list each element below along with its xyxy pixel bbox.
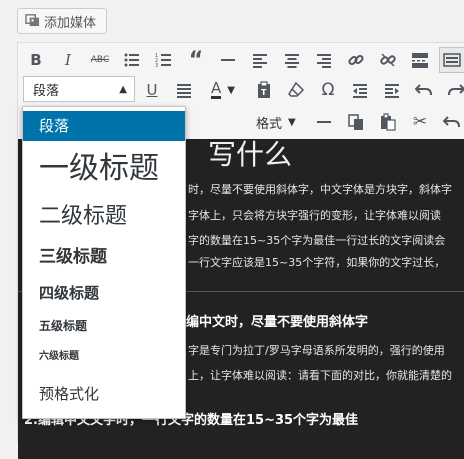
- copy-icon[interactable]: [343, 109, 369, 135]
- caret-down-icon: ▼: [227, 84, 235, 96]
- paste-icon[interactable]: [375, 109, 401, 135]
- format-option-heading-4[interactable]: 四级标题: [23, 277, 185, 309]
- numbered-list-button[interactable]: 123: [151, 47, 177, 73]
- clear-formatting-icon[interactable]: [283, 77, 309, 103]
- justify-button[interactable]: [171, 77, 197, 103]
- italic-button[interactable]: I: [55, 47, 81, 73]
- horizontal-line-button[interactable]: [215, 47, 241, 73]
- paste-text-icon[interactable]: T: [251, 77, 277, 103]
- content-title: 写什么: [208, 139, 293, 171]
- content-line: 字的数量在15~35个字为最佳一行过长的文字阅读会: [188, 234, 446, 247]
- content-line: 字是专门为拉丁/罗马字母语系所发明的，强行的使用: [188, 344, 445, 357]
- block-format-value: 段落: [33, 83, 60, 99]
- content-line: 时，尽量不要使用斜体字，中文字体是方块字，斜体字: [188, 183, 452, 196]
- format-menu-label: 格式: [256, 116, 283, 132]
- unlink-icon[interactable]: [375, 47, 401, 73]
- indent-icon[interactable]: [379, 77, 405, 103]
- align-center-button[interactable]: [279, 47, 305, 73]
- align-left-button[interactable]: [247, 47, 273, 73]
- caret-up-icon: ▲: [119, 83, 127, 95]
- content-line: 一行文字应该是15~35个字符，如果你的文字过长，: [188, 256, 446, 269]
- format-dropdown: 段落 一级标题 二级标题 三级标题 四级标题 五级标题 六级标题 预格式化: [22, 106, 186, 419]
- format-option-preformatted[interactable]: 预格式化: [23, 377, 185, 411]
- format-option-paragraph[interactable]: 段落: [23, 111, 185, 141]
- caret-down-icon: ▼: [288, 116, 296, 128]
- cut-icon[interactable]: ✂: [407, 109, 433, 135]
- underline-button[interactable]: U: [139, 77, 165, 103]
- special-character-icon[interactable]: Ω: [315, 77, 341, 103]
- text-color-button[interactable]: A ▼: [203, 77, 243, 103]
- bullet-list-button[interactable]: [119, 47, 145, 73]
- separator-icon[interactable]: [311, 109, 337, 135]
- content-line: 上，让字体难以阅读：请看下面的对比，你就能清楚的: [188, 369, 452, 382]
- content-heading: 编中文时，尽量不要使用斜体字: [186, 315, 369, 330]
- align-right-button[interactable]: [311, 47, 337, 73]
- svg-text:T: T: [261, 88, 267, 97]
- block-format-select[interactable]: 段落 ▲: [23, 76, 135, 102]
- media-icon: [25, 12, 40, 31]
- add-media-button[interactable]: 添加媒体: [17, 8, 107, 34]
- format-option-heading-6[interactable]: 六级标题: [23, 343, 185, 371]
- undo-icon[interactable]: [411, 77, 437, 103]
- text-color-icon: A: [211, 79, 222, 99]
- format-menu-button[interactable]: 格式 ▼: [256, 109, 296, 135]
- toolbar-toggle-icon[interactable]: [439, 47, 464, 73]
- strikethrough-button[interactable]: ABC: [87, 47, 113, 73]
- format-option-heading-5[interactable]: 五级标题: [23, 311, 185, 341]
- toolbar-row-1: B I ABC 123 “: [18, 43, 464, 77]
- format-option-heading-2[interactable]: 二级标题: [23, 199, 185, 235]
- bold-button[interactable]: B: [23, 47, 49, 73]
- outdent-icon[interactable]: [347, 77, 373, 103]
- format-option-heading-1[interactable]: 一级标题: [23, 147, 185, 191]
- blockquote-button[interactable]: “: [183, 47, 209, 73]
- add-media-label: 添加媒体: [44, 15, 97, 31]
- format-option-heading-3[interactable]: 三级标题: [23, 241, 185, 273]
- content-line: 字体上，只会将方块字强行的变形，让字体难以阅读: [188, 209, 441, 222]
- link-icon[interactable]: [343, 47, 369, 73]
- toolbar-row-2: 段落 ▲ U A ▼ T Ω: [18, 73, 464, 107]
- redo-icon[interactable]: [443, 77, 464, 103]
- read-more-icon[interactable]: [407, 47, 433, 73]
- undo-icon[interactable]: [439, 109, 464, 135]
- svg-text:3: 3: [155, 63, 158, 69]
